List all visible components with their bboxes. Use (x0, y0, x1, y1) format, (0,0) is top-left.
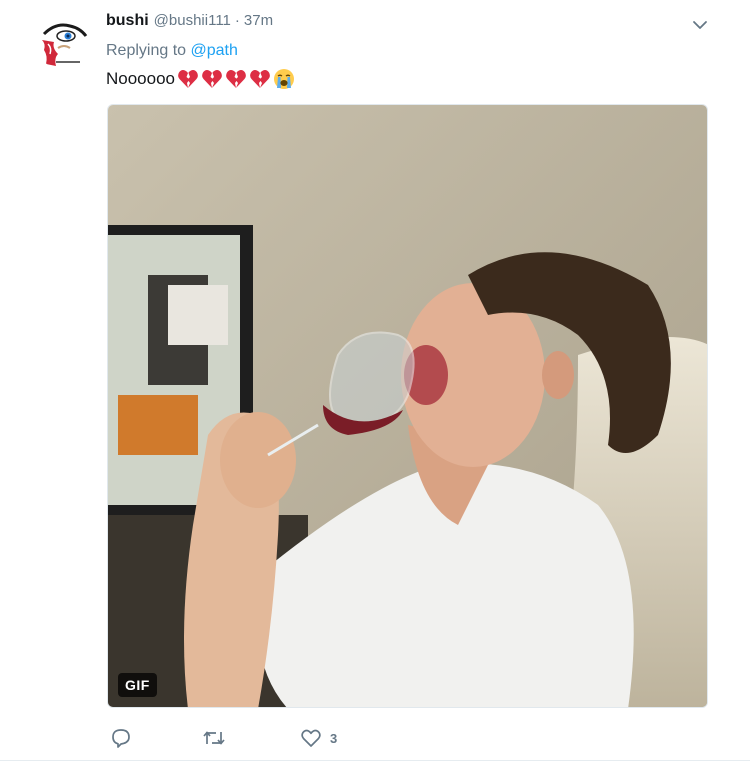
mention-link[interactable]: @path (191, 42, 238, 59)
display-name[interactable]: bushi (106, 12, 149, 30)
action-bar: 3 (106, 724, 606, 752)
replying-to: Replying to @path (106, 42, 238, 60)
broken-heart-icon (177, 68, 199, 90)
separator-dot: · (234, 12, 240, 29)
reply-button[interactable] (110, 724, 140, 752)
broken-heart-icon (225, 68, 247, 90)
like-count: 3 (330, 730, 338, 746)
tweet[interactable]: bushi @bushii111 · 37m Replying to @path… (0, 0, 750, 761)
replying-to-label: Replying to (106, 42, 187, 59)
tweet-header: bushi @bushii111 · 37m (106, 12, 273, 30)
gif-badge: GIF (118, 673, 157, 697)
heart-icon (300, 727, 322, 749)
like-button[interactable]: 3 (300, 724, 337, 752)
broken-heart-icon (249, 68, 271, 90)
broken-heart-icon (201, 68, 223, 90)
chevron-down-icon[interactable] (692, 18, 708, 30)
reply-icon (110, 727, 132, 749)
tweet-text: Noooooo (106, 68, 295, 90)
gif-frame-image (108, 105, 707, 707)
user-handle[interactable]: @bushii111 (154, 12, 231, 29)
loudly-crying-face-icon (273, 68, 295, 90)
timestamp[interactable]: 37m (244, 12, 273, 29)
retweet-button[interactable] (202, 724, 234, 752)
avatar-art-icon (36, 14, 92, 70)
gif-media[interactable]: GIF (107, 104, 708, 708)
avatar[interactable] (36, 14, 92, 70)
tweet-text-body: Noooooo (106, 69, 176, 88)
retweet-icon (202, 727, 226, 749)
